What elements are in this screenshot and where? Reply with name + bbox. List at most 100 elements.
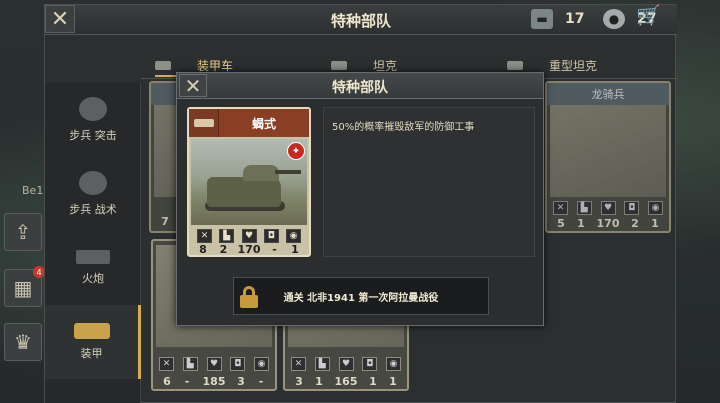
unlock-requirement[interactable]: 通关 北非1941 第一次阿拉曼战役 — [233, 277, 489, 315]
modal-title: 特种部队 — [332, 80, 388, 96]
unlock-requirement-text: 通关 北非1941 第一次阿拉曼战役 — [283, 293, 439, 304]
stat-value: 1 — [577, 217, 585, 230]
boot-icon: ▙ — [182, 357, 198, 371]
stat-value: 7 — [161, 215, 169, 228]
share-button[interactable]: ⇪ — [4, 213, 42, 251]
category-sidebar: 步兵 突击 步兵 战术 火炮 装甲 — [45, 83, 141, 403]
eye-icon: ◉ — [286, 229, 301, 243]
unit-card-header: 蝎式 — [189, 109, 309, 137]
heart-icon: ♥ — [600, 201, 616, 215]
heavy-tank-icon — [507, 60, 523, 70]
background-label: Be1 — [22, 184, 44, 197]
stat-icons: ✕ ▙ ♥ ◘ ◉ — [159, 357, 269, 373]
stat-value: 1 — [315, 375, 323, 388]
eye-icon: ◉ — [386, 357, 401, 371]
tank-count: 17 — [565, 11, 585, 27]
trophy-button[interactable]: ♛ — [4, 323, 42, 361]
stat-value: 185 — [202, 375, 226, 388]
stat-icons: ✕ ▙ ♥ ◘ ◉ — [553, 201, 663, 217]
trophy-icon: ♛ — [14, 330, 32, 354]
stat-value: 3 — [237, 375, 245, 388]
unit-name: 龙骑兵 — [591, 88, 625, 101]
stat-value: 2 — [631, 217, 639, 230]
stat-value: 1 — [651, 217, 659, 230]
share-icon: ⇪ — [14, 220, 32, 244]
tank-token-icon: ▬ — [531, 9, 553, 29]
card-header: 龙骑兵 — [547, 83, 669, 105]
stat-value: 6 — [163, 375, 171, 388]
ability-description: 50%的概率摧毁敌军的防御工事 — [332, 122, 475, 133]
helmet-icon — [79, 97, 107, 121]
window-topbar: ✕ 特种部队 ▬ 17 ● 27 — [45, 5, 677, 35]
ability-description-box: 50%的概率摧毁敌军的防御工事 — [323, 107, 535, 257]
unit-detail-modal: ✕ 特种部队 蝎式 ✦ ✕ ▙ ♥ ◘ ◉ 8 2 170 - 1 50%的概率… — [176, 72, 544, 326]
shield-icon: ◘ — [624, 201, 640, 215]
unit-type-icon — [189, 109, 219, 137]
sidebar-item-infantry-assault[interactable]: 步兵 突击 — [45, 83, 141, 157]
shield-icon: ◘ — [263, 229, 279, 243]
helmet-icon — [79, 171, 107, 195]
unit-image — [550, 105, 666, 197]
stat-movement: 2 — [219, 243, 228, 256]
video-button[interactable]: ▦ 4 — [4, 266, 45, 307]
stat-value: 165 — [334, 375, 358, 388]
canada-flag-icon: ✦ — [287, 142, 305, 160]
boot-icon: ▙ — [219, 229, 235, 243]
tank-gun — [275, 170, 301, 174]
cart-icon: 🛒 — [636, 3, 661, 27]
attack-icon: ✕ — [197, 229, 212, 243]
unit-stats: 6 - 185 3 - — [159, 375, 269, 389]
unit-stats: 3 1 165 1 1 — [291, 375, 401, 389]
selected-unit-card: 蝎式 ✦ ✕ ▙ ♥ ◘ ◉ 8 2 170 - 1 — [187, 107, 311, 257]
stat-value: - — [184, 375, 190, 388]
unit-stats: 5 1 170 2 1 — [553, 217, 663, 231]
sidebar-item-label: 火炮 — [82, 272, 104, 285]
attack-icon: ✕ — [291, 357, 306, 371]
attack-icon: ✕ — [553, 201, 568, 215]
stat-icons: ✕ ▙ ♥ ◘ ◉ — [291, 357, 401, 373]
sidebar-item-label: 步兵 战术 — [69, 203, 117, 216]
heart-icon: ♥ — [241, 229, 257, 243]
medal-icon: ● — [603, 9, 625, 29]
unit-name: 蝎式 — [251, 116, 276, 131]
stat-value: 1 — [389, 375, 397, 388]
boot-icon: ▙ — [576, 201, 592, 215]
stat-attack: 8 — [199, 243, 207, 256]
sidebar-item-label: 步兵 突击 — [69, 129, 117, 142]
sidebar-item-label: 装甲 — [80, 347, 103, 360]
tank-icon — [73, 323, 110, 339]
heart-icon: ♥ — [338, 357, 354, 371]
tab-label: 坦克 — [373, 58, 398, 73]
tank-resource: ▬ 17 — [531, 8, 584, 30]
shop-cart-button[interactable]: 🛒 — [636, 3, 661, 27]
stat-value: 170 — [596, 217, 620, 230]
boot-icon: ▙ — [314, 357, 330, 371]
sidebar-item-artillery[interactable]: 火炮 — [45, 231, 141, 305]
stat-icons: ✕ ▙ ♥ ◘ ◉ — [197, 229, 301, 243]
tank-hull — [207, 177, 281, 207]
stat-value: 1 — [369, 375, 377, 388]
unit-card[interactable]: 龙骑兵 ✕ ▙ ♥ ◘ ◉ 5 1 170 2 1 — [545, 81, 671, 233]
artillery-icon — [76, 250, 110, 264]
sidebar-item-infantry-tactical[interactable]: 步兵 战术 — [45, 157, 141, 231]
stat-value: - — [258, 375, 264, 388]
film-icon: ▦ — [13, 276, 33, 300]
modal-header: ✕ 特种部队 — [177, 73, 543, 99]
stat-vision: 1 — [291, 243, 299, 256]
stat-armor: - — [272, 243, 277, 256]
tab-label: 装甲车 — [197, 58, 234, 73]
tank-icon — [331, 60, 347, 70]
stat-value: 3 — [295, 375, 303, 388]
unit-stats: 8 2 170 - 1 — [195, 243, 303, 256]
stat-value: 5 — [557, 217, 565, 230]
armored-car-icon — [155, 60, 171, 70]
tank-turret — [243, 165, 279, 181]
stat-health: 170 — [237, 243, 261, 256]
tab-label: 重型坦克 — [549, 58, 598, 73]
eye-icon: ◉ — [254, 357, 269, 371]
sidebar-item-armor[interactable]: 装甲 — [45, 305, 141, 379]
shield-icon: ◘ — [230, 357, 246, 371]
heart-icon: ♥ — [206, 357, 222, 371]
shield-icon: ◘ — [362, 357, 378, 371]
attack-icon: ✕ — [159, 357, 174, 371]
